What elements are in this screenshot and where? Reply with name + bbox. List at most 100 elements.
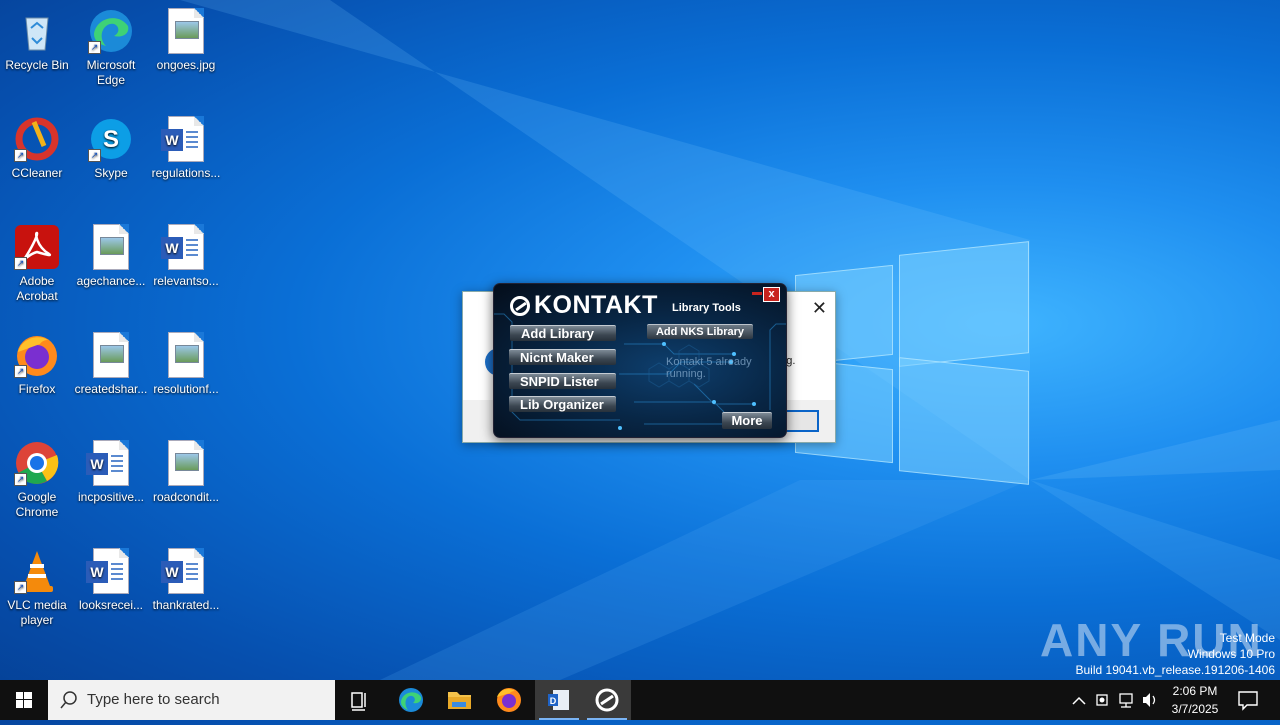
icon-label: VLC media player <box>7 598 67 627</box>
system-tray <box>1068 680 1160 720</box>
start-button[interactable] <box>0 680 48 720</box>
taskbar-kontakt[interactable] <box>583 680 631 720</box>
image-file-icon <box>163 440 209 486</box>
vlc-icon: ↗ <box>14 548 60 594</box>
word-doc-icon: W <box>161 548 209 594</box>
word-doc-icon: W <box>161 116 209 162</box>
chrome-icon: ↗ <box>14 440 60 486</box>
action-center-button[interactable] <box>1232 680 1280 720</box>
kontakt-logo: KONTAKT <box>510 291 658 320</box>
notification-icon <box>1238 691 1258 711</box>
desktop-icon-ccleaner[interactable]: ↗ CCleaner <box>0 110 75 181</box>
desktop-icon-adobe-acrobat[interactable]: ↗ Adobe Acrobat <box>0 218 75 304</box>
build-label: Build 19041.vb_release.191206-1406 <box>1075 663 1276 677</box>
desktop-icon-resolutionf[interactable]: resolutionf... <box>148 326 224 397</box>
clock-time: 2:06 PM <box>1172 684 1218 698</box>
taskbar-search-box[interactable]: Type here to search <box>48 680 335 720</box>
lib-organizer-button[interactable]: Lib Organizer <box>509 396 616 412</box>
kontakt-library-tools-window: KONTAKT Library Tools x Kontakt 5 alread… <box>493 283 787 438</box>
close-icon[interactable]: ✕ <box>812 298 827 319</box>
icon-label: createdshar... <box>74 382 148 396</box>
desktop-icon-incpositive[interactable]: W incpositive... <box>73 434 149 505</box>
edge-icon <box>399 688 423 712</box>
icon-label: Adobe Acrobat <box>16 274 58 303</box>
clock-date: 3/7/2025 <box>1171 702 1219 716</box>
icon-label: Firefox <box>18 382 56 396</box>
folder-icon <box>448 692 471 709</box>
more-button[interactable]: More <box>722 412 772 429</box>
desktop-icon-vlc[interactable]: ↗ VLC media player <box>0 542 75 628</box>
task-view-button[interactable] <box>335 680 383 720</box>
kontakt-close-button[interactable]: x <box>763 287 780 302</box>
firefox-icon <box>497 688 521 712</box>
taskbar-clock[interactable]: 2:06 PM 3/7/2025 <box>1160 682 1230 718</box>
document-app-icon: D <box>548 690 569 710</box>
taskbar-document-app[interactable]: D <box>535 680 583 720</box>
word-doc-icon: W <box>86 440 134 486</box>
icon-label: incpositive... <box>77 490 145 504</box>
desktop-icon-skype[interactable]: S ↗ Skype <box>73 110 149 181</box>
meet-now-icon[interactable] <box>1096 694 1108 706</box>
skype-icon: S ↗ <box>88 116 134 162</box>
nicnt-maker-button[interactable]: Nicnt Maker <box>509 349 616 365</box>
snpid-lister-button[interactable]: SNPID Lister <box>509 373 616 389</box>
desktop-icon-looksrecei[interactable]: W looksrecei... <box>73 542 149 613</box>
icon-label: resolutionf... <box>153 382 219 396</box>
image-file-icon <box>88 224 134 270</box>
desktop-icon-google-chrome[interactable]: ↗ Google Chrome <box>0 434 75 520</box>
shortcut-arrow-icon: ↗ <box>88 149 101 162</box>
taskbar-edge[interactable] <box>387 680 435 720</box>
icon-label: Microsoft Edge <box>86 58 136 87</box>
kontakt-ring-icon <box>510 295 530 316</box>
desktop-icon-regulations[interactable]: W regulations... <box>148 110 224 181</box>
minimize-icon[interactable] <box>752 292 762 295</box>
desktop-icon-ongoes[interactable]: ongoes.jpg <box>148 2 224 73</box>
kontakt-subtitle: Library Tools <box>672 302 741 314</box>
desktop-icon-thankrated[interactable]: W thankrated... <box>148 542 224 613</box>
image-file-icon <box>88 332 134 378</box>
chevron-up-icon[interactable] <box>1072 696 1086 705</box>
desktop-icon-relevantso[interactable]: W relevantso... <box>148 218 224 289</box>
desktop-icon-firefox[interactable]: ↗ Firefox <box>0 326 75 397</box>
icon-label: ongoes.jpg <box>156 58 216 72</box>
icon-label: roadcondit... <box>152 490 220 504</box>
image-file-icon <box>163 332 209 378</box>
svg-text:S: S <box>103 126 119 153</box>
edition-label: Windows 10 Pro <box>1187 647 1275 661</box>
windows-start-icon <box>16 692 32 708</box>
shortcut-arrow-icon: ↗ <box>14 257 27 270</box>
icon-label: Google Chrome <box>15 490 59 519</box>
search-placeholder: Type here to search <box>87 691 220 708</box>
desktop-icon-roadcondit[interactable]: roadcondit... <box>148 434 224 505</box>
shortcut-arrow-icon: ↗ <box>14 581 27 594</box>
network-icon[interactable] <box>1119 693 1133 708</box>
task-view-icon <box>351 692 366 711</box>
svg-text:D: D <box>550 696 557 706</box>
add-nks-library-button[interactable]: Add NKS Library <box>647 324 753 339</box>
kontakt-title: KONTAKT <box>534 291 658 319</box>
desktop-icon-microsoft-edge[interactable]: ↗ Microsoft Edge <box>73 2 149 88</box>
add-library-button[interactable]: Add Library <box>510 325 616 341</box>
image-file-icon <box>163 8 209 54</box>
taskbar: Type here to search D 2:06 PM 3/7/2025 <box>0 680 1280 720</box>
desktop-icon-recycle-bin[interactable]: Recycle Bin <box>0 2 75 73</box>
taskbar-firefox[interactable] <box>485 680 533 720</box>
ccleaner-icon: ↗ <box>14 116 60 162</box>
icon-label: CCleaner <box>11 166 63 180</box>
shortcut-arrow-icon: ↗ <box>88 41 101 54</box>
desktop-icon-agechance[interactable]: agechance... <box>73 218 149 289</box>
recycle-bin-icon <box>14 8 60 54</box>
test-mode-label: Test Mode <box>1219 631 1275 645</box>
icon-label: agechance... <box>76 274 146 288</box>
icon-label: relevantso... <box>153 274 219 288</box>
icon-label: regulations... <box>151 166 221 180</box>
desktop-icon-createdshar[interactable]: createdshar... <box>73 326 149 397</box>
volume-icon[interactable] <box>1143 693 1156 707</box>
icon-label: looksrecei... <box>78 598 144 612</box>
acrobat-icon: ↗ <box>14 224 60 270</box>
shortcut-arrow-icon: ↗ <box>14 473 27 486</box>
taskbar-file-explorer[interactable] <box>435 680 483 720</box>
word-doc-icon: W <box>86 548 134 594</box>
icon-label: thankrated... <box>152 598 220 612</box>
shortcut-arrow-icon: ↗ <box>14 149 27 162</box>
